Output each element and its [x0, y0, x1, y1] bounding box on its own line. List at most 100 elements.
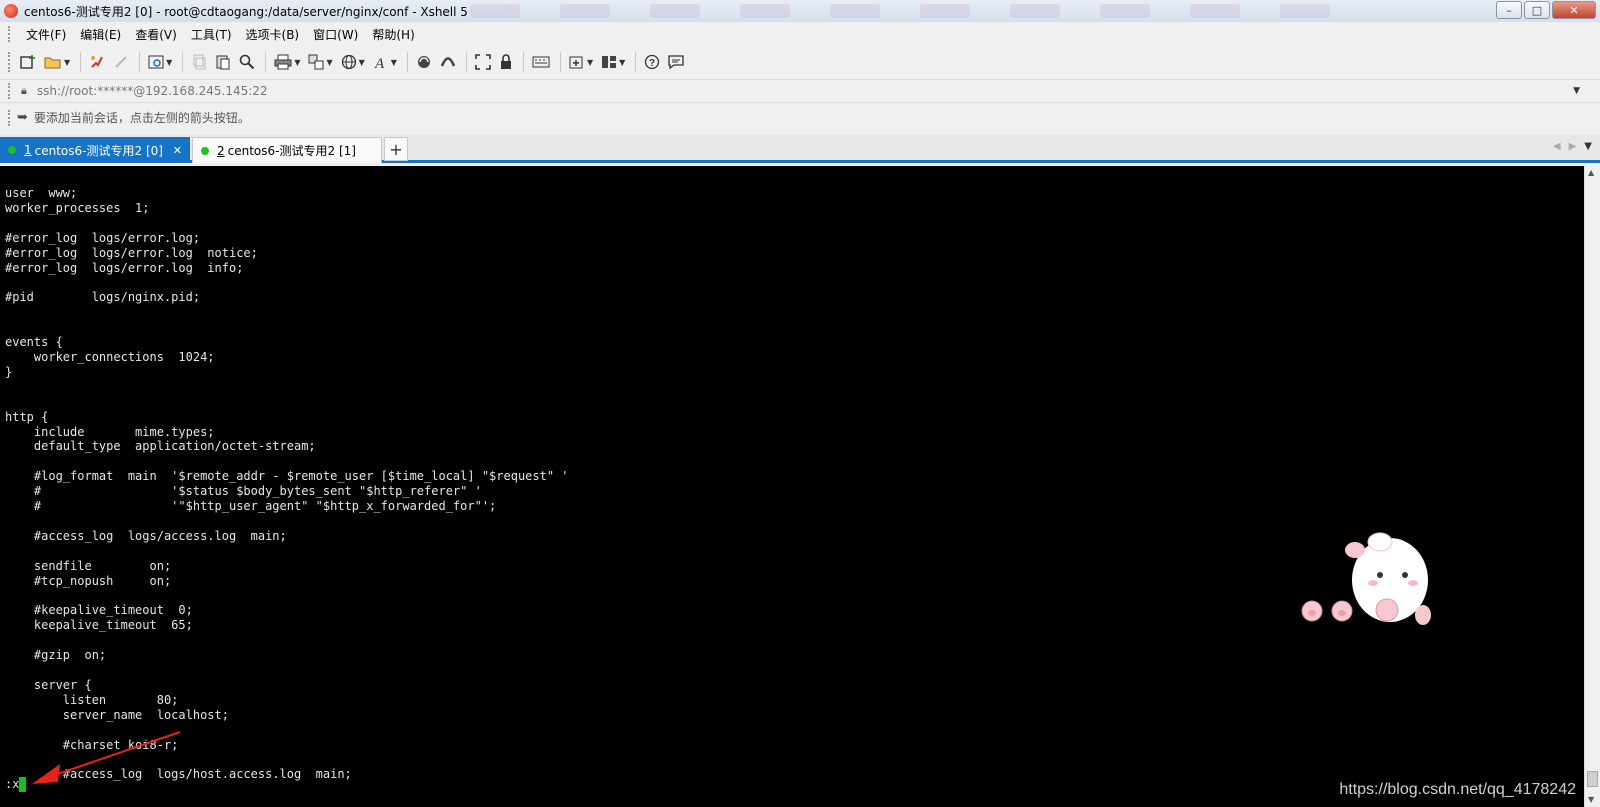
session-hint-text: 要添加当前会话，点击左侧的箭头按钮。 — [33, 111, 250, 125]
terminal-scrollbar[interactable]: ▲ ▼ — [1584, 166, 1600, 807]
scroll-down-icon[interactable]: ▼ — [1588, 795, 1594, 804]
fullscreen-button[interactable] — [472, 50, 494, 74]
toolbar-separator — [265, 52, 267, 72]
toolbar-separator — [635, 52, 637, 72]
scroll-up-icon[interactable]: ▲ — [1588, 168, 1594, 177]
terminal-line: #error_log logs/error.log; — [5, 230, 201, 245]
print-button[interactable]: ▼ — [271, 50, 303, 74]
tab-navigation: ◀ ▶ ▼ — [1553, 141, 1592, 152]
menu-view[interactable]: 查看(V) — [128, 26, 184, 43]
copy-button[interactable] — [188, 50, 210, 74]
terminal-line: default_type application/octet-stream; — [5, 439, 316, 454]
addressbar-grip[interactable] — [8, 82, 11, 99]
close-icon[interactable]: ✕ — [173, 144, 182, 157]
terminal-line: #error_log logs/error.log info; — [5, 260, 244, 275]
plus-icon: + — [389, 139, 403, 159]
paste-icon — [216, 55, 230, 70]
terminal-line: #access_log logs/access.log main; — [5, 528, 287, 543]
chat-button[interactable] — [665, 50, 687, 74]
menu-tools[interactable]: 工具(T) — [184, 26, 239, 43]
minimize-button[interactable]: – — [1496, 1, 1522, 19]
xftp-button[interactable] — [413, 50, 435, 74]
open-button[interactable]: ▼ — [41, 50, 73, 74]
terminal-line: # '"$http_user_agent" "$http_x_forwarded… — [5, 499, 497, 514]
pig-stickers-image — [1301, 600, 1353, 622]
transfer-button[interactable]: ▼ — [305, 50, 335, 74]
lock-icon — [500, 54, 511, 69]
add-session-arrow-icon[interactable]: ➥ — [17, 110, 28, 125]
terminal-line: worker_processes 1; — [5, 200, 150, 215]
menu-edit[interactable]: 编辑(E) — [73, 26, 128, 43]
globe-icon — [341, 54, 356, 70]
terminal-line: # '$status $body_bytes_sent "$http_refer… — [5, 484, 482, 499]
language-button[interactable]: ▼ — [338, 50, 368, 74]
hintbar-grip[interactable] — [8, 109, 11, 126]
menu-file[interactable]: 文件(F) — [19, 26, 73, 43]
close-button[interactable]: ✕ — [1552, 1, 1596, 19]
toolbar: ▼ ▼ ▼ ▼ ▼ A ▼ ▼ ▼ ? — [0, 46, 1600, 78]
open-folder-icon — [44, 57, 61, 69]
menu-tabs[interactable]: 选项卡(B) — [239, 26, 307, 43]
menubar-grip[interactable] — [8, 26, 11, 42]
xshell-app-icon[interactable] — [4, 4, 18, 18]
toolbar-grip[interactable] — [8, 52, 11, 72]
svg-text:?: ? — [649, 58, 655, 69]
add-tab-button[interactable]: ▼ — [566, 50, 596, 74]
disconnect-icon — [115, 56, 127, 68]
tab-session-1[interactable]: 1 centos6-测试专用2 [0] ✕ — [0, 137, 190, 163]
menu-window[interactable]: 窗口(W) — [306, 26, 365, 43]
maximize-button[interactable]: □ — [1524, 1, 1550, 19]
tab-number: 2 — [217, 143, 225, 158]
tab-list-icon[interactable]: ▼ — [1584, 141, 1592, 152]
new-tab-button[interactable]: + — [384, 137, 408, 161]
terminal-line: worker_connections 1024; — [5, 349, 215, 364]
menu-help[interactable]: 帮助(H) — [365, 26, 421, 43]
lock-icon: 🔒︎ — [21, 83, 27, 97]
toolbar-separator — [139, 52, 141, 72]
find-button[interactable] — [236, 50, 258, 74]
address-bar: 🔒︎ ssh://root:******@192.168.245.145:22 … — [0, 79, 1600, 101]
disconnect-button[interactable] — [110, 50, 132, 74]
scrollbar-thumb[interactable] — [1587, 771, 1598, 787]
tab-prev-icon[interactable]: ◀ — [1553, 141, 1561, 152]
new-session-button[interactable] — [17, 50, 39, 74]
terminal-line: server { — [5, 677, 92, 692]
toolbar-separator — [522, 52, 524, 72]
menu-bar: 文件(F) 编辑(E) 查看(V) 工具(T) 选项卡(B) 窗口(W) 帮助(… — [0, 22, 1600, 46]
layout-button[interactable]: ▼ — [598, 50, 628, 74]
terminal-line: include mime.types; — [5, 424, 215, 439]
paste-button[interactable] — [212, 50, 234, 74]
transfer-icon — [308, 54, 324, 70]
properties-button[interactable]: ▼ — [145, 50, 175, 74]
help-icon: ? — [645, 54, 660, 70]
terminal-line: #tcp_nopush on; — [5, 573, 172, 588]
layout-icon — [602, 56, 617, 68]
annotation-arrow-icon — [32, 731, 181, 784]
font-button[interactable]: A ▼ — [370, 50, 400, 74]
help-button[interactable]: ? — [641, 50, 663, 74]
xmanager-icon — [440, 57, 456, 67]
print-icon — [274, 54, 292, 70]
tab-session-2[interactable]: 2 centos6-测试专用2 [1] — [192, 137, 382, 163]
terminal-line: } — [5, 364, 13, 379]
reconnect-button[interactable] — [86, 50, 108, 74]
session-address-field[interactable]: ssh://root:******@192.168.245.145:22 — [37, 84, 268, 98]
xmanager-button[interactable] — [437, 50, 459, 74]
terminal-area[interactable]: user www; worker_processes 1; #error_log l… — [0, 166, 1584, 807]
keyboard-icon — [532, 56, 550, 68]
add-tab-icon — [569, 56, 583, 69]
chevron-down-icon[interactable]: ▼ — [1573, 86, 1580, 96]
keyboard-button[interactable] — [529, 50, 553, 74]
reconnect-icon — [91, 56, 104, 68]
window-title: centos6-测试专用2 [0] - root@cdtaogang:/data… — [24, 4, 468, 19]
toolbar-separator — [406, 52, 408, 72]
svg-text:A: A — [374, 56, 385, 70]
connected-status-icon — [201, 146, 209, 155]
tab-next-icon[interactable]: ▶ — [1569, 141, 1577, 152]
lock-button[interactable] — [496, 50, 516, 74]
tab-number: 1 — [24, 143, 32, 157]
tab-label: centos6-测试专用2 [1] — [227, 144, 356, 158]
terminal-line: server_name localhost; — [5, 707, 229, 722]
